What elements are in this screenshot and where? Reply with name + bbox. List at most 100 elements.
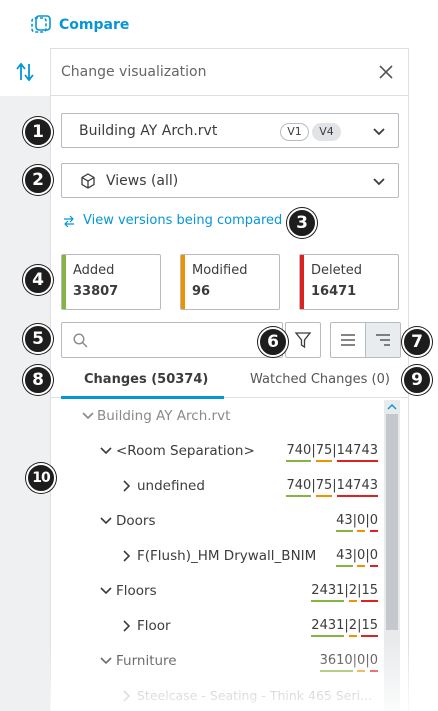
chevron-down-icon [373,178,385,186]
annotation-badge-10: 10 [26,463,56,493]
modified-color-bar [181,255,185,309]
panel-header: Change visualization [51,48,409,96]
chevron-down-icon[interactable] [99,514,113,528]
search-input[interactable] [94,329,274,351]
chevron-down-icon[interactable] [81,409,95,423]
panel-title: Change visualization [61,64,207,80]
tree-row-name: Floor [137,618,171,634]
deleted-count: 14743 [336,444,378,462]
tree-row-name: Furniture [116,653,177,669]
scroll-up-icon[interactable] [386,402,398,412]
compare-icon [31,15,51,33]
deleted-count: 15 [361,619,378,637]
tab-changes[interactable]: Changes (50374) [84,372,208,387]
deleted-count: 0 [369,654,378,672]
stat-modified[interactable]: Modified 96 [180,254,280,310]
stat-deleted[interactable]: Deleted 16471 [299,254,399,310]
chevron-right-icon[interactable] [119,619,133,633]
tree-row-name: Steelcase - Seating - Think 465 Seri... [137,688,373,703]
indent-view-button[interactable] [365,322,401,358]
tree-scrollbar[interactable] [384,400,400,711]
file-select-value: Building AY Arch.rvt [79,123,218,139]
deleted-count: 15 [361,584,378,602]
chevron-down-icon[interactable] [99,584,113,598]
tree-row-name: Building AY Arch.rvt [97,408,231,424]
modified-count: 2 [348,619,358,637]
annotation-badge-6: 6 [258,327,288,357]
view-versions-label: View versions being compared [83,213,283,228]
chevron-right-icon[interactable] [119,689,133,703]
top-toolbar: Compare [0,0,438,48]
tree-row-root[interactable]: Building AY Arch.rvt [51,400,381,434]
stat-modified-label: Modified [192,263,248,278]
added-count: 3610 [319,654,353,672]
active-tab-indicator [61,396,224,399]
tree-row-steelcase-seating[interactable]: Steelcase - Seating - Think 465 Seri... [51,680,381,711]
tree-row-floor[interactable]: Floor 2431|2|15 [51,610,381,644]
tree-row-name: F(Flush)_HM Drywall_BNIM [137,548,317,564]
chevron-down-icon [373,128,385,136]
tree-row-name: undefined [137,478,205,494]
compare-label: Compare [59,17,130,33]
close-icon[interactable] [377,63,395,81]
tree-row-room-separation[interactable]: <Room Separation> 740|75|14743 [51,435,381,469]
tree-row-name: Floors [116,583,157,599]
added-count: 43 [336,514,353,532]
view-select-value: Views (all) [106,173,179,189]
change-counts: 3610|0|0 [319,653,378,672]
stat-deleted-label: Deleted [311,263,362,278]
view-versions-link[interactable]: View versions being compared [63,213,282,228]
chevron-right-icon[interactable] [119,549,133,563]
tree-row-doors[interactable]: Doors 43|0|0 [51,505,381,539]
stat-modified-value: 96 [192,284,211,299]
compare-button[interactable]: Compare [30,13,129,37]
change-counts: 2431|2|15 [311,618,378,637]
search-box[interactable] [61,322,283,358]
cube-icon [81,173,95,189]
modified-count: 0 [357,549,366,567]
added-count: 2431 [311,619,345,637]
list-view-button[interactable] [330,322,366,358]
modified-count: 2 [348,584,358,602]
annotation-badge-1: 1 [23,117,53,147]
annotation-badge-4: 4 [23,265,53,295]
list-view-icon [341,334,355,346]
search-icon [73,333,88,348]
scrollbar-thumb[interactable] [386,414,398,630]
modified-count: 75 [315,444,333,462]
view-select[interactable]: Views (all) [61,163,399,198]
tree-row-name: Doors [116,513,156,529]
annotation-badge-9: 9 [402,365,432,395]
stat-added[interactable]: Added 33807 [61,254,161,310]
deleted-count: 0 [369,549,378,567]
deleted-color-bar [300,255,304,309]
added-color-bar [62,255,66,309]
version-b-pill: V4 [312,123,341,141]
filter-button[interactable] [285,322,321,358]
change-counts: 43|0|0 [336,513,378,532]
swap-arrows-icon [64,215,74,227]
tab-watched-changes[interactable]: Watched Changes (0) [250,372,390,387]
tree-row-furniture[interactable]: Furniture 3610|0|0 [51,645,381,679]
filter-icon [294,332,312,349]
chevron-right-icon[interactable] [119,479,133,493]
chevron-down-icon[interactable] [99,654,113,668]
modified-count: 0 [357,654,366,672]
modified-count: 0 [357,514,366,532]
changes-tree: Building AY Arch.rvt <Room Separation> 7… [51,400,409,711]
file-select[interactable]: Building AY Arch.rvt V1 V4 [61,113,399,148]
annotation-badge-2: 2 [23,165,53,195]
added-count: 740 [286,479,312,497]
added-count: 2431 [311,584,345,602]
sort-arrows-icon [16,62,34,82]
modified-count: 75 [315,479,333,497]
rail-tab-change-visualization[interactable] [0,48,50,96]
tree-row-undefined[interactable]: undefined 740|75|14743 [51,470,381,504]
tree-row-floors[interactable]: Floors 2431|2|15 [51,575,381,609]
change-counts: 43|0|0 [336,548,378,567]
annotation-badge-7: 7 [402,327,432,357]
deleted-count: 0 [369,514,378,532]
tree-row-flush-door[interactable]: F(Flush)_HM Drywall_BNIM 43|0|0 [51,540,381,574]
chevron-down-icon[interactable] [99,444,113,458]
stat-added-value: 33807 [73,284,119,299]
